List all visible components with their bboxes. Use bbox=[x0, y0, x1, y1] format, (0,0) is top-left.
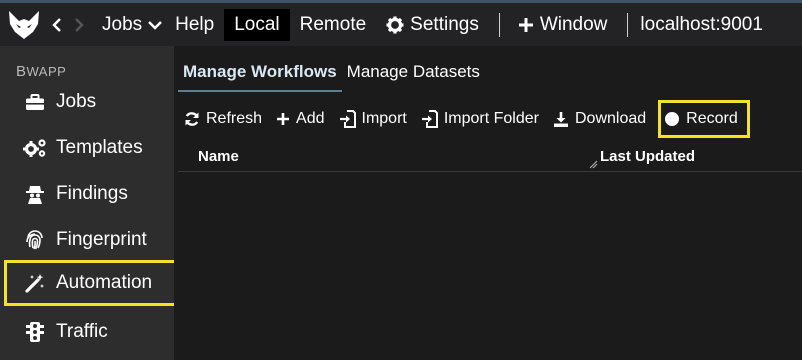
sidebar-item-label: Templates bbox=[56, 137, 143, 158]
download-icon bbox=[553, 111, 568, 127]
top-divider bbox=[498, 12, 500, 37]
sidebar-item-automation[interactable]: Automation bbox=[4, 260, 177, 306]
magic-wand-icon bbox=[20, 273, 50, 293]
local-tab-label: Local bbox=[234, 13, 280, 35]
import-label: Import bbox=[361, 110, 407, 127]
remote-tab-label: Remote bbox=[299, 13, 367, 35]
remote-tab[interactable]: Remote bbox=[294, 9, 373, 41]
sidebar-item-jobs[interactable]: Jobs bbox=[4, 79, 176, 125]
traffic-light-icon bbox=[20, 321, 50, 343]
column-header-name[interactable]: Name bbox=[198, 148, 239, 165]
top-divider bbox=[627, 12, 629, 37]
jobs-menu[interactable]: Jobs bbox=[96, 9, 169, 41]
gears-icon bbox=[20, 138, 50, 158]
sidebar-item-label: Fingerprint bbox=[56, 229, 147, 250]
record-label: Record bbox=[686, 110, 738, 127]
import-icon bbox=[339, 110, 356, 128]
new-window-button[interactable]: Window bbox=[512, 9, 614, 41]
fingerprint-icon bbox=[20, 230, 50, 250]
workflow-table-header: Name Last Updated bbox=[178, 144, 802, 172]
main-panel: Manage Workflows Manage Datasets Refresh… bbox=[174, 46, 802, 360]
briefcase-icon bbox=[20, 93, 50, 111]
refresh-button[interactable]: Refresh bbox=[184, 100, 262, 138]
host-indicator[interactable]: localhost:9001 bbox=[640, 9, 769, 41]
back-arrow-icon[interactable] bbox=[46, 17, 68, 33]
import-folder-label: Import Folder bbox=[443, 110, 539, 127]
tab-manage-workflows[interactable]: Manage Workflows bbox=[178, 58, 342, 92]
spy-icon bbox=[20, 184, 50, 204]
gear-icon bbox=[386, 16, 404, 33]
record-icon bbox=[665, 112, 680, 126]
refresh-icon bbox=[185, 112, 199, 126]
record-button[interactable]: Record bbox=[658, 100, 750, 138]
add-button[interactable]: Add bbox=[276, 100, 325, 138]
import-folder-icon bbox=[421, 110, 438, 128]
download-label: Download bbox=[574, 110, 647, 127]
host-label: localhost:9001 bbox=[640, 13, 763, 35]
plus-icon bbox=[277, 113, 290, 125]
chevron-down-icon bbox=[148, 20, 163, 30]
sidebar-item-label: Jobs bbox=[56, 91, 97, 112]
new-window-label: Window bbox=[539, 13, 608, 35]
settings-menu[interactable]: Settings bbox=[380, 9, 485, 41]
sidebar-item-label: Automation bbox=[56, 272, 153, 293]
workflow-tabs: Manage Workflows Manage Datasets bbox=[178, 58, 485, 92]
sidebar-item-traffic[interactable]: Traffic bbox=[4, 309, 176, 355]
plus-icon bbox=[518, 17, 533, 32]
sidebar-item-label: Findings bbox=[56, 183, 128, 204]
sidebar: BWAPP Jobs Templates Findings Fingerprin… bbox=[0, 46, 177, 360]
settings-menu-label: Settings bbox=[410, 13, 479, 35]
refresh-label: Refresh bbox=[206, 110, 263, 127]
app-name-rest: WAPP bbox=[26, 64, 67, 79]
sidebar-item-templates[interactable]: Templates bbox=[4, 125, 176, 171]
import-button[interactable]: Import bbox=[339, 100, 407, 138]
workflow-toolbar: Refresh Add Import Import Folder Downloa… bbox=[184, 100, 764, 138]
column-resize-handle-icon[interactable] bbox=[588, 156, 598, 174]
import-folder-button[interactable]: Import Folder bbox=[421, 100, 539, 138]
workflow-table-body bbox=[178, 173, 802, 360]
sidebar-item-label: Traffic bbox=[56, 321, 108, 342]
app-name: BWAPP bbox=[16, 63, 66, 80]
top-bar: Jobs Help Local Remote Settings Window l… bbox=[0, 0, 802, 46]
tab-manage-datasets[interactable]: Manage Datasets bbox=[342, 58, 485, 92]
sidebar-item-findings[interactable]: Findings bbox=[4, 171, 176, 217]
jobs-menu-label: Jobs bbox=[102, 13, 143, 35]
download-button[interactable]: Download bbox=[553, 100, 646, 138]
column-header-last-updated[interactable]: Last Updated bbox=[600, 148, 695, 165]
app-name-initial: B bbox=[16, 63, 27, 80]
wolf-logo-icon[interactable] bbox=[2, 5, 46, 45]
help-menu[interactable]: Help bbox=[169, 9, 220, 41]
help-menu-label: Help bbox=[175, 13, 215, 35]
local-tab[interactable]: Local bbox=[224, 8, 290, 41]
forward-arrow-icon[interactable] bbox=[68, 17, 90, 33]
add-label: Add bbox=[296, 110, 325, 127]
sidebar-item-fingerprint[interactable]: Fingerprint bbox=[4, 217, 176, 263]
